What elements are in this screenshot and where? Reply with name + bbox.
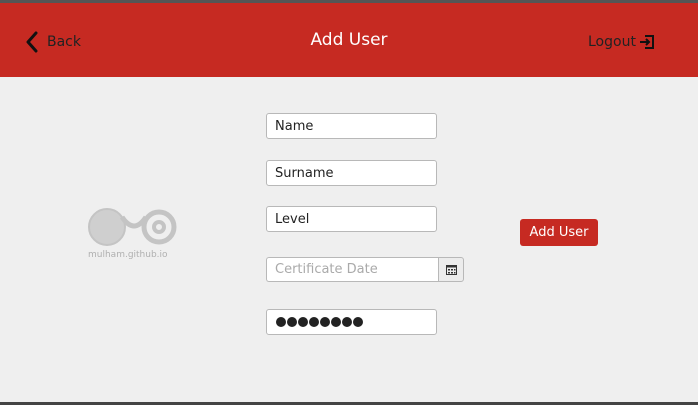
logout-button[interactable]: Logout — [588, 32, 656, 52]
certificate-date-picker — [266, 257, 464, 282]
level-input[interactable] — [266, 206, 437, 232]
password-input[interactable] — [266, 309, 437, 335]
password-mask-dot — [287, 317, 297, 327]
add-user-button[interactable]: Add User — [520, 219, 598, 246]
password-mask-dot — [320, 317, 330, 327]
password-mask-dot — [342, 317, 352, 327]
watermark-text: mulham.github.io — [88, 250, 168, 260]
calendar-icon — [445, 264, 457, 275]
password-mask-dot — [298, 317, 308, 327]
logout-icon — [639, 35, 654, 49]
password-mask-dot — [353, 317, 363, 327]
logout-label: Logout — [588, 34, 636, 50]
app-header: Add User Back Logout — [0, 3, 698, 77]
password-mask-dot — [331, 317, 341, 327]
calendar-button[interactable] — [438, 257, 464, 282]
password-mask-dot — [309, 317, 319, 327]
back-label: Back — [47, 34, 81, 50]
name-input[interactable] — [266, 113, 437, 139]
surname-input[interactable] — [266, 160, 437, 186]
back-button[interactable]: Back — [24, 30, 81, 54]
certificate-date-input[interactable] — [266, 257, 438, 282]
password-mask-dot — [276, 317, 286, 327]
chevron-left-icon — [26, 31, 38, 53]
